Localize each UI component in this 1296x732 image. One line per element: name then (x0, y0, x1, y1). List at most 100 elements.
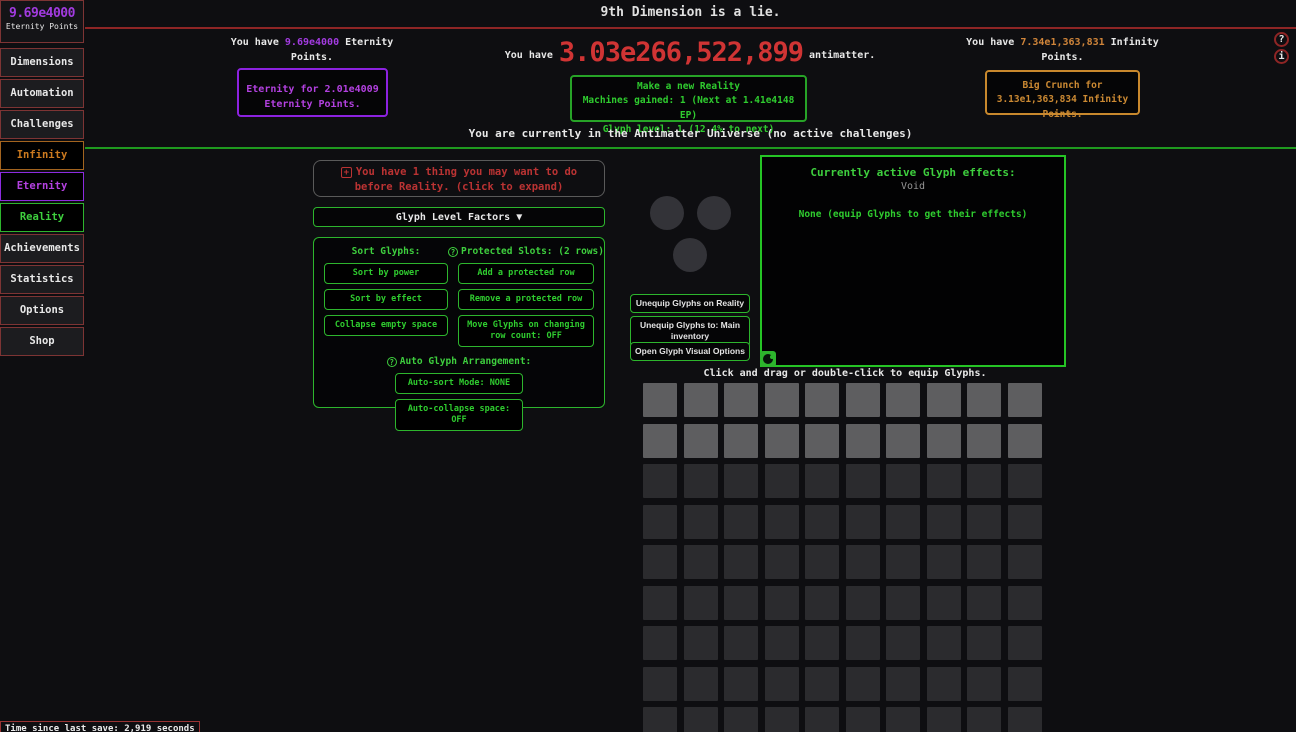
glyph-inventory-slot[interactable] (805, 586, 839, 620)
help-question-icon[interactable]: ? (448, 247, 458, 257)
glyph-inventory-slot[interactable] (684, 545, 718, 579)
glyph-inventory-slot[interactable] (846, 505, 880, 539)
glyph-inventory-slot[interactable] (643, 464, 677, 498)
eternity-button[interactable]: Eternity for 2.01e4009 Eternity Points. (237, 68, 388, 117)
glyph-inventory-slot[interactable] (1008, 424, 1042, 458)
glyph-inventory-slot[interactable] (927, 545, 961, 579)
glyph-level-factors-button[interactable]: Glyph Level Factors ▼ (313, 207, 605, 227)
glyph-inventory-slot[interactable] (765, 707, 799, 732)
glyph-inventory-slot[interactable] (805, 505, 839, 539)
glyph-inventory-slot[interactable] (724, 383, 758, 417)
glyph-inventory-slot[interactable] (724, 626, 758, 660)
add-protected-row-button[interactable]: Add a protected row (458, 263, 594, 284)
glyph-inventory-slot[interactable] (886, 545, 920, 579)
glyph-inventory-slot[interactable] (886, 424, 920, 458)
glyph-inventory-slot[interactable] (765, 505, 799, 539)
glyph-inventory-slot[interactable] (886, 383, 920, 417)
glyph-inventory-slot[interactable] (846, 707, 880, 732)
glyph-inventory-slot[interactable] (846, 586, 880, 620)
sidebar-item-dimensions[interactable]: Dimensions (0, 48, 84, 77)
glyph-inventory-slot[interactable] (805, 424, 839, 458)
glyph-inventory-slot[interactable] (1008, 667, 1042, 701)
glyph-inventory-slot[interactable] (684, 586, 718, 620)
glyph-inventory-slot[interactable] (684, 707, 718, 732)
sidebar-item-statistics[interactable]: Statistics (0, 265, 84, 294)
glyph-inventory-slot[interactable] (643, 424, 677, 458)
glyph-inventory-slot[interactable] (1008, 464, 1042, 498)
remove-protected-row-button[interactable]: Remove a protected row (458, 289, 594, 310)
auto-collapse-space-button[interactable]: Auto-collapse space: OFF (395, 399, 523, 431)
glyph-inventory-slot[interactable] (927, 464, 961, 498)
sort-by-effect-button[interactable]: Sort by effect (324, 289, 448, 310)
glyph-inventory-slot[interactable] (967, 626, 1001, 660)
glyph-inventory-slot[interactable] (765, 383, 799, 417)
pre-reality-todo-notice[interactable]: +You have 1 thing you may want to do bef… (313, 160, 605, 197)
big-crunch-button[interactable]: Big Crunch for 3.13e1,363,834 Infinity P… (985, 70, 1140, 115)
sidebar-item-achievements[interactable]: Achievements (0, 234, 84, 263)
glyph-inventory-slot[interactable] (1008, 586, 1042, 620)
move-glyphs-row-count-button[interactable]: Move Glyphs on changing row count: OFF (458, 315, 594, 347)
glyph-inventory-slot[interactable] (684, 424, 718, 458)
glyph-inventory-slot[interactable] (1008, 707, 1042, 732)
sidebar-item-infinity[interactable]: Infinity (0, 141, 84, 170)
help-icon[interactable]: ? (1274, 32, 1289, 47)
equipped-glyph-slot[interactable] (650, 196, 684, 230)
glyph-inventory-slot[interactable] (724, 424, 758, 458)
glyph-inventory-slot[interactable] (805, 707, 839, 732)
glyph-inventory-slot[interactable] (846, 383, 880, 417)
glyph-inventory-slot[interactable] (765, 464, 799, 498)
glyph-inventory-slot[interactable] (967, 505, 1001, 539)
glyph-inventory-slot[interactable] (805, 667, 839, 701)
glyph-inventory-slot[interactable] (724, 586, 758, 620)
glyph-inventory-slot[interactable] (643, 626, 677, 660)
glyph-inventory-slot[interactable] (1008, 505, 1042, 539)
glyph-inventory-slot[interactable] (684, 383, 718, 417)
glyph-inventory-slot[interactable] (967, 424, 1001, 458)
glyph-inventory-slot[interactable] (765, 424, 799, 458)
glyph-inventory-slot[interactable] (886, 626, 920, 660)
glyph-inventory-slot[interactable] (724, 464, 758, 498)
glyph-inventory-slot[interactable] (684, 464, 718, 498)
auto-sort-mode-button[interactable]: Auto-sort Mode: NONE (395, 373, 523, 394)
glyph-inventory-slot[interactable] (684, 626, 718, 660)
glyph-inventory-slot[interactable] (967, 464, 1001, 498)
glyph-inventory-slot[interactable] (684, 505, 718, 539)
glyph-inventory-slot[interactable] (886, 505, 920, 539)
glyph-inventory-slot[interactable] (1008, 545, 1042, 579)
glyph-inventory-slot[interactable] (927, 586, 961, 620)
sidebar-item-challenges[interactable]: Challenges (0, 110, 84, 139)
glyph-inventory-slot[interactable] (1008, 383, 1042, 417)
glyph-inventory-slot[interactable] (765, 545, 799, 579)
glyph-inventory-slot[interactable] (927, 424, 961, 458)
glyph-inventory-slot[interactable] (643, 707, 677, 732)
open-glyph-visual-options-button[interactable]: Open Glyph Visual Options (630, 342, 750, 361)
info-icon[interactable]: i (1274, 49, 1289, 64)
glyph-inventory-slot[interactable] (927, 667, 961, 701)
glyph-inventory-slot[interactable] (805, 626, 839, 660)
glyph-inventory-slot[interactable] (846, 464, 880, 498)
glyph-inventory-slot[interactable] (967, 383, 1001, 417)
glyph-inventory-slot[interactable] (805, 464, 839, 498)
glyph-inventory-slot[interactable] (886, 586, 920, 620)
sort-by-power-button[interactable]: Sort by power (324, 263, 448, 284)
glyph-inventory-slot[interactable] (724, 707, 758, 732)
glyph-inventory-slot[interactable] (684, 667, 718, 701)
glyph-color-palette-icon[interactable] (760, 351, 776, 367)
glyph-inventory-slot[interactable] (927, 707, 961, 732)
glyph-inventory-slot[interactable] (805, 383, 839, 417)
equipped-glyph-slot[interactable] (697, 196, 731, 230)
collapse-empty-space-button[interactable]: Collapse empty space (324, 315, 448, 336)
glyph-inventory-slot[interactable] (846, 626, 880, 660)
glyph-inventory-slot[interactable] (927, 383, 961, 417)
glyph-inventory-slot[interactable] (846, 424, 880, 458)
glyph-inventory-slot[interactable] (886, 464, 920, 498)
glyph-inventory-slot[interactable] (967, 667, 1001, 701)
sidebar-item-options[interactable]: Options (0, 296, 84, 325)
glyph-inventory-slot[interactable] (967, 707, 1001, 732)
glyph-inventory-slot[interactable] (805, 545, 839, 579)
glyph-inventory-slot[interactable] (765, 586, 799, 620)
glyph-inventory-slot[interactable] (724, 505, 758, 539)
glyph-inventory-slot[interactable] (724, 667, 758, 701)
glyph-inventory-slot[interactable] (643, 505, 677, 539)
glyph-inventory-slot[interactable] (1008, 626, 1042, 660)
